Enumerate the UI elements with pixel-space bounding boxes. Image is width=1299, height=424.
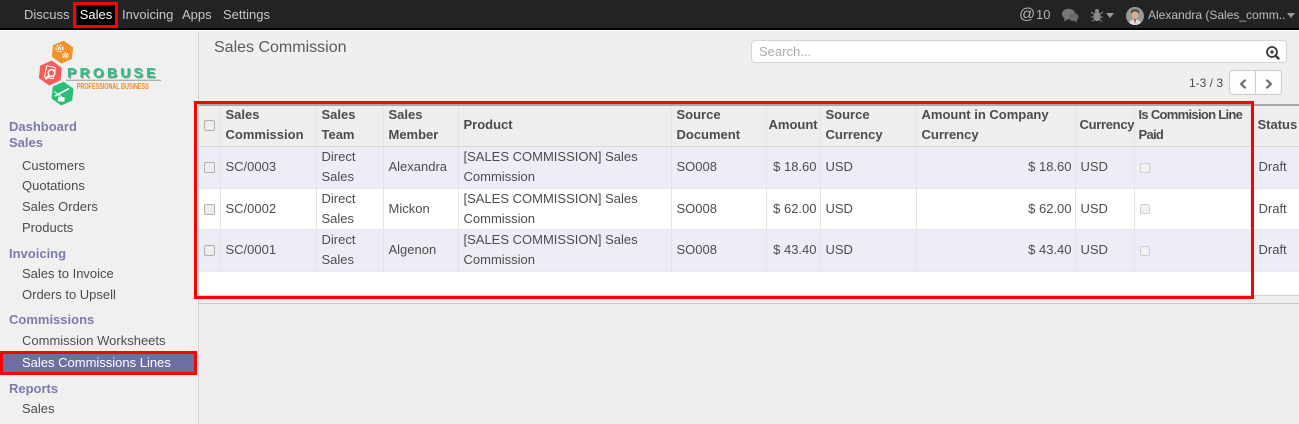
svg-text:PROFESSIONAL BUSINESS: PROFESSIONAL BUSINESS bbox=[77, 82, 149, 91]
svg-text:PROBUSE: PROBUSE bbox=[67, 64, 159, 80]
